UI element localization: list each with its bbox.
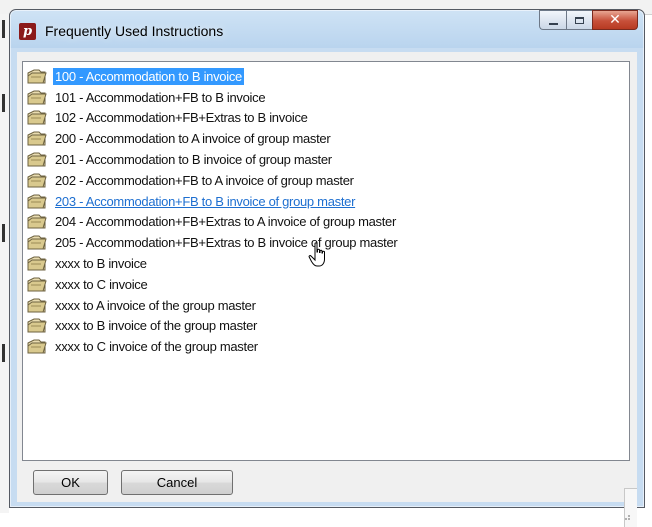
list-item-label: xxxx to C invoice of the group master bbox=[55, 339, 258, 355]
folder-instruction-icon bbox=[27, 235, 47, 250]
caption-buttons: ✕ bbox=[539, 10, 638, 32]
folder-instruction-icon bbox=[27, 277, 47, 292]
dialog-window: p Frequently Used Instructions ✕ 100 - A… bbox=[9, 9, 645, 527]
list-item[interactable]: 200 - Accommodation to A invoice of grou… bbox=[23, 128, 629, 149]
list-item[interactable]: 101 - Accommodation+FB to B invoice bbox=[23, 87, 629, 108]
folder-instruction-icon bbox=[27, 173, 47, 188]
window-title: Frequently Used Instructions bbox=[45, 23, 224, 39]
folder-instruction-icon bbox=[27, 69, 47, 84]
list-item-label: 202 - Accommodation+FB to A invoice of g… bbox=[55, 172, 354, 188]
dialog-client-area: 100 - Accommodation to B invoice 101 - Ac… bbox=[17, 52, 637, 527]
list-item[interactable]: 204 - Accommodation+FB+Extras to A invoi… bbox=[23, 212, 629, 233]
list-item-label: xxxx to C invoice bbox=[55, 276, 148, 292]
minimize-button[interactable] bbox=[539, 10, 566, 30]
close-button[interactable]: ✕ bbox=[592, 10, 638, 30]
folder-instruction-icon bbox=[27, 298, 47, 313]
ok-button[interactable]: OK bbox=[33, 470, 108, 495]
list-item-label: 203 - Accommodation+FB to B invoice of g… bbox=[55, 193, 356, 209]
list-item[interactable]: 201 - Accommodation to B invoice of grou… bbox=[23, 149, 629, 170]
list-item[interactable]: 102 - Accommodation+FB+Extras to B invoi… bbox=[23, 108, 629, 129]
folder-instruction-icon bbox=[27, 131, 47, 146]
folder-instruction-icon bbox=[27, 214, 47, 229]
list-item-label: 102 - Accommodation+FB+Extras to B invoi… bbox=[55, 110, 308, 126]
list-item[interactable]: xxxx to C invoice bbox=[23, 274, 629, 295]
list-item-label: 101 - Accommodation+FB to B invoice bbox=[55, 89, 266, 105]
minimize-icon bbox=[548, 22, 558, 25]
list-item-label: 200 - Accommodation to A invoice of grou… bbox=[55, 131, 331, 147]
list-item[interactable]: xxxx to C invoice of the group master bbox=[23, 336, 629, 357]
close-icon: ✕ bbox=[609, 12, 621, 28]
folder-instruction-icon bbox=[27, 90, 47, 105]
list-item-label: xxxx to B invoice bbox=[55, 256, 147, 272]
list-item-label: xxxx to A invoice of the group master bbox=[55, 297, 256, 313]
cancel-button[interactable]: Cancel bbox=[121, 470, 233, 495]
hand-pointer-cursor bbox=[308, 242, 325, 267]
maximize-icon bbox=[575, 16, 584, 24]
title-bar[interactable]: p Frequently Used Instructions ✕ bbox=[10, 10, 644, 52]
resize-area bbox=[624, 488, 637, 527]
list-item-label: 205 - Accommodation+FB+Extras to B invoi… bbox=[55, 235, 398, 251]
folder-instruction-icon bbox=[27, 194, 47, 209]
background-window-edge bbox=[0, 14, 9, 513]
folder-instruction-icon bbox=[27, 110, 47, 125]
maximize-button[interactable] bbox=[566, 10, 592, 30]
folder-instruction-icon bbox=[27, 339, 47, 354]
list-item-label: xxxx to B invoice of the group master bbox=[55, 318, 258, 334]
list-item[interactable]: 100 - Accommodation to B invoice bbox=[23, 66, 629, 87]
folder-instruction-icon bbox=[27, 152, 47, 167]
list-item[interactable]: xxxx to A invoice of the group master bbox=[23, 295, 629, 316]
folder-instruction-icon bbox=[27, 256, 47, 271]
instructions-list[interactable]: 100 - Accommodation to B invoice 101 - Ac… bbox=[22, 61, 630, 461]
list-item-label: 201 - Accommodation to B invoice of grou… bbox=[55, 152, 332, 168]
list-item[interactable]: 203 - Accommodation+FB to B invoice of g… bbox=[23, 191, 629, 212]
list-item[interactable]: 202 - Accommodation+FB to A invoice of g… bbox=[23, 170, 629, 191]
list-item-label: 204 - Accommodation+FB+Extras to A invoi… bbox=[55, 214, 397, 230]
list-item-label: 100 - Accommodation to B invoice bbox=[53, 67, 244, 85]
list-item[interactable]: xxxx to B invoice of the group master bbox=[23, 316, 629, 337]
app-icon: p bbox=[19, 23, 36, 40]
folder-instruction-icon bbox=[27, 318, 47, 333]
